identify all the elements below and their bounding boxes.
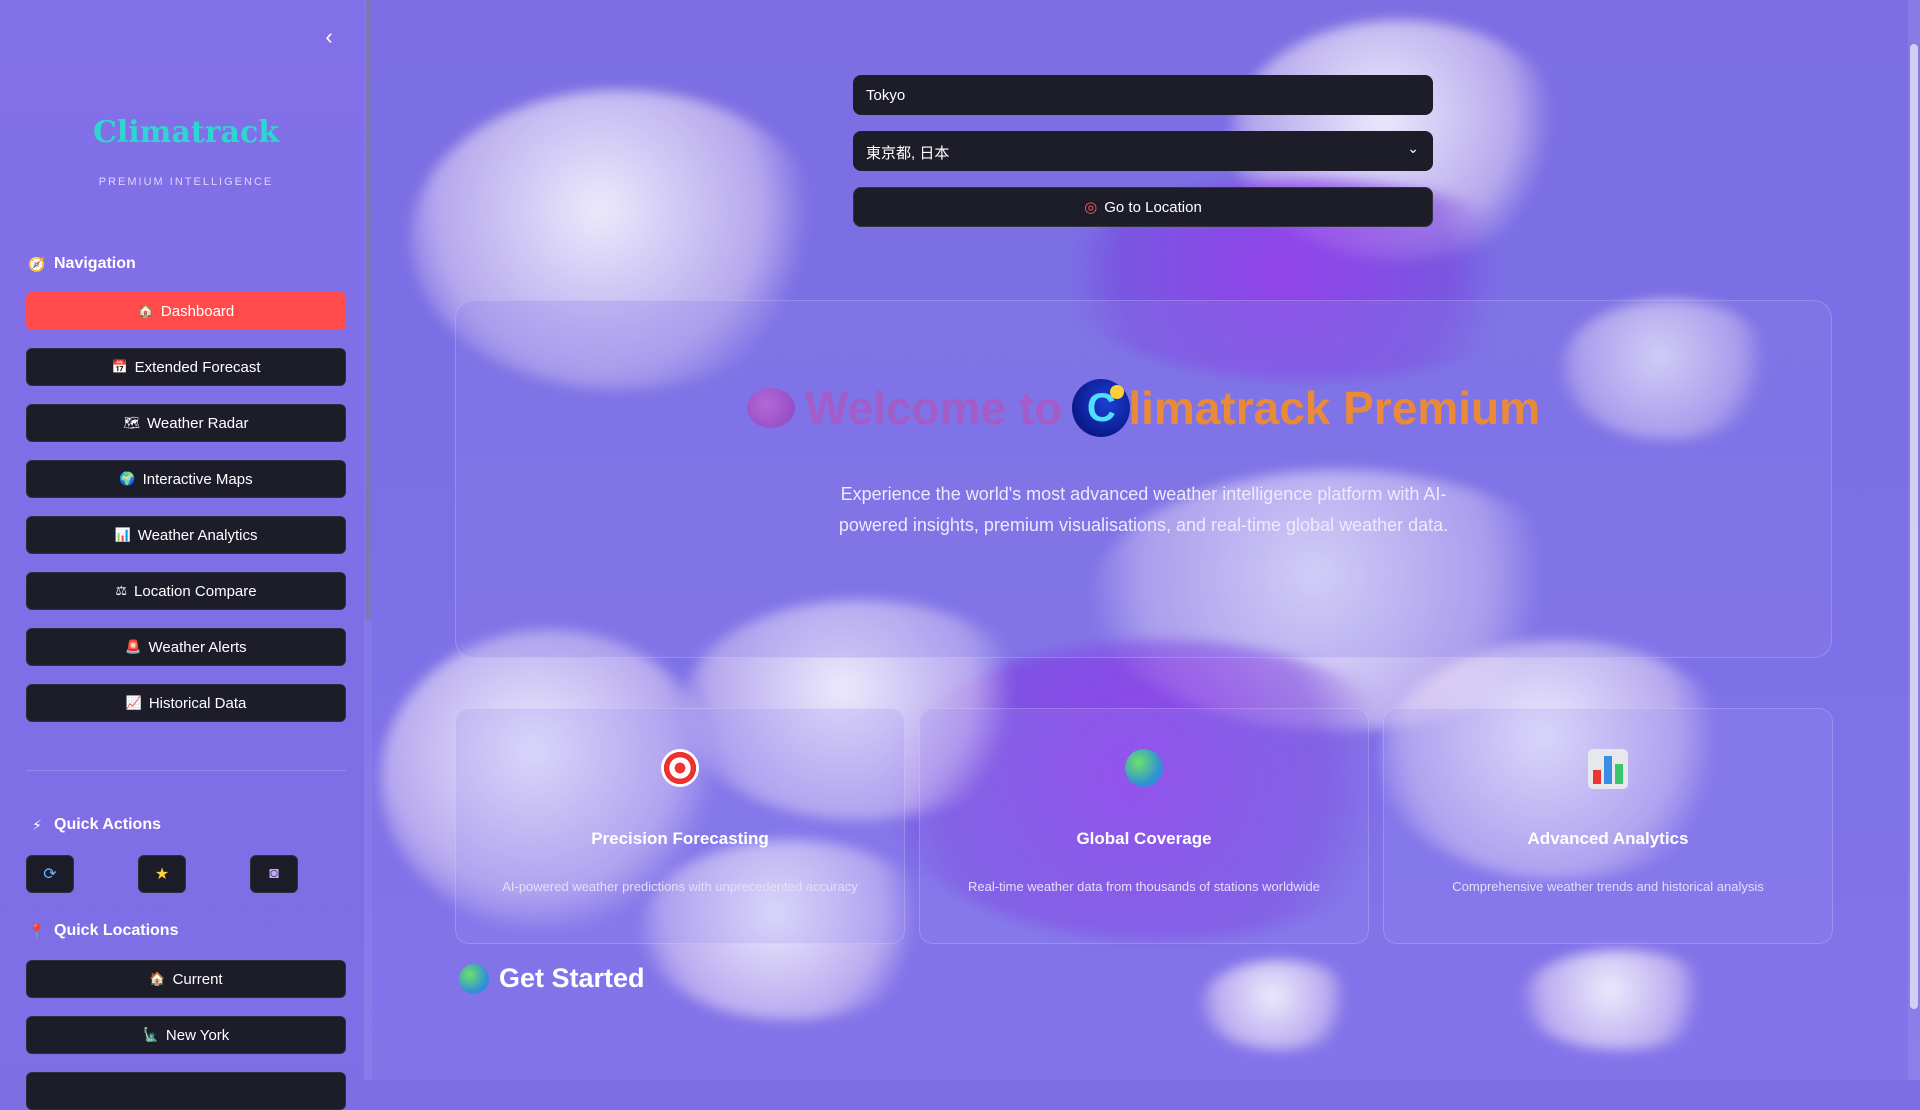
sidebar: ‹ Climatrack PREMIUM INTELLIGENCE 🧭 Navi… [0, 0, 366, 1110]
sidebar-scrollbar-thumb[interactable] [365, 0, 372, 620]
navigation-section-title: 🧭 Navigation [28, 255, 136, 272]
feature-title: Precision Forecasting [591, 829, 769, 848]
feature-description: Comprehensive weather trends and histori… [1452, 879, 1764, 894]
map-icon: 🗺 [123, 415, 141, 430]
city-search-input[interactable] [853, 75, 1459, 115]
brand-tagline: PREMIUM INTELLIGENCE [98, 176, 274, 188]
siren-icon: 🚨 [125, 639, 142, 654]
statue-of-liberty-icon: 🗽 [142, 1027, 159, 1042]
city-search-text[interactable] [853, 75, 1459, 115]
cloud-icon [747, 388, 796, 428]
location-select-value: 東京都, 日本 [866, 145, 950, 162]
compass-icon: 🧭 [28, 255, 46, 272]
calendar-icon: 📅 [111, 359, 128, 374]
climatrack-logo-icon: C [1072, 379, 1131, 437]
globe-icon [459, 963, 489, 994]
scales-icon: ⚖ [115, 583, 128, 598]
hero-description: Experience the world's most advanced wea… [838, 484, 1449, 535]
main-scrollbar-thumb[interactable] [1910, 44, 1918, 1009]
bar-chart-icon [1588, 749, 1628, 789]
feature-card-global-coverage: Global Coverage Real-time weather data f… [919, 708, 1369, 944]
nav-interactive-maps-button[interactable]: 🌍 Interactive Maps [26, 460, 346, 498]
bar-chart-icon: 📊 [114, 527, 131, 542]
chevron-down-icon: ⌄ [1407, 140, 1419, 156]
star-icon: ★ [154, 866, 170, 883]
hero-title-welcome: Welcome to [805, 382, 1063, 434]
nav-location-compare-button[interactable]: ⚖ Location Compare [26, 572, 346, 610]
quick-location-new-york-button[interactable]: 🗽 New York [26, 1016, 346, 1054]
feature-title: Global Coverage [1076, 829, 1212, 848]
house-icon: 🏠 [137, 303, 154, 318]
feature-title: Advanced Analytics [1527, 829, 1689, 848]
line-chart-icon: 📈 [125, 695, 142, 710]
get-started-heading: Get Started [459, 963, 645, 994]
camera-icon: ◙ [269, 865, 279, 882]
location-select[interactable]: 東京都, 日本 ⌄ [853, 131, 1433, 171]
lightning-icon: ⚡ [32, 816, 42, 833]
feature-card-advanced-analytics: Advanced Analytics Comprehensive weather… [1383, 708, 1833, 944]
nav-extended-forecast-button[interactable]: 📅 Extended Forecast [26, 348, 346, 386]
sidebar-divider [26, 770, 346, 771]
nav-dashboard-button[interactable]: 🏠 Dashboard [26, 292, 346, 330]
home-icon: 🏠 [149, 971, 166, 986]
quick-action-favorite-button[interactable]: ★ [138, 855, 186, 893]
nav-historical-data-button[interactable]: 📈 Historical Data [26, 684, 346, 722]
quick-location-current-button[interactable]: 🏠 Current [26, 960, 346, 998]
feature-description: Real-time weather data from thousands of… [968, 879, 1320, 894]
hero-title-brand: limatrack Premium [1128, 382, 1540, 434]
chevron-left-icon[interactable]: ‹ [318, 26, 340, 48]
nav-weather-alerts-button[interactable]: 🚨 Weather Alerts [26, 628, 346, 666]
nav-weather-radar-button[interactable]: 🗺 Weather Radar [26, 404, 346, 442]
refresh-icon: ⟳ [43, 866, 57, 883]
quick-actions-section-title: ⚡ Quick Actions [28, 816, 161, 834]
globe-icon [1125, 749, 1163, 787]
pin-icon: 📍 [28, 922, 46, 939]
quick-locations-section-title: 📍 Quick Locations [28, 922, 179, 939]
quick-action-refresh-button[interactable]: ⟳ [26, 855, 74, 893]
feature-card-precision-forecasting: Precision Forecasting AI-powered weather… [455, 708, 905, 944]
target-icon [661, 749, 699, 787]
go-to-location-button[interactable]: ◎ Go to Location [853, 187, 1433, 227]
target-icon: ◎ [1084, 199, 1098, 216]
globe-icon: 🌍 [119, 471, 136, 486]
feature-description: AI-powered weather predictions with unpr… [502, 879, 858, 894]
welcome-hero-card: Welcome to C limatrack Premium Experienc… [455, 300, 1832, 658]
quick-location-next-button[interactable] [26, 1072, 346, 1110]
nav-weather-analytics-button[interactable]: 📊 Weather Analytics [26, 516, 346, 554]
quick-action-camera-button[interactable]: ◙ [250, 855, 298, 893]
brand-logo-text: Climatrack [92, 115, 279, 150]
hero-title: Welcome to C limatrack Premium [456, 379, 1831, 437]
